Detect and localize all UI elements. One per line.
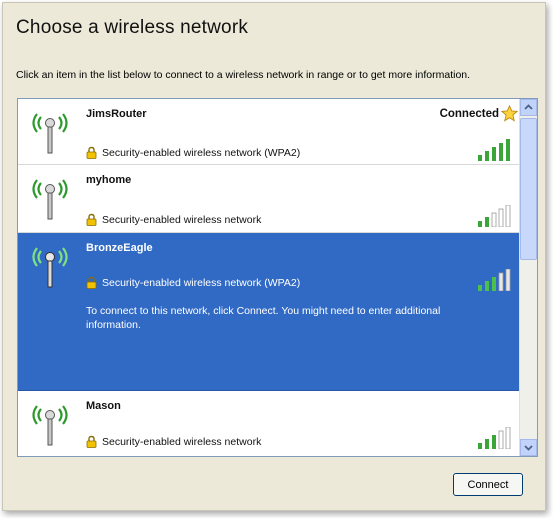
wireless-antenna-icon	[32, 247, 68, 288]
scroll-down-button[interactable]	[520, 439, 537, 456]
chevron-up-icon	[524, 104, 533, 110]
lock-icon	[86, 276, 97, 289]
chevron-down-icon	[524, 445, 533, 451]
network-item-jimsrouter[interactable]: JimsRouter Connected Security-enabled wi…	[18, 99, 521, 165]
dialog-title: Choose a wireless network	[16, 17, 249, 38]
network-name: Mason	[86, 400, 121, 412]
network-description: To connect to this network, click Connec…	[86, 305, 441, 331]
scroll-thumb[interactable]	[520, 118, 537, 260]
security-label: Security-enabled wireless network	[102, 213, 262, 226]
signal-strength-icon	[478, 139, 510, 161]
security-info: Security-enabled wireless network	[86, 213, 261, 226]
star-icon	[501, 105, 518, 122]
lock-icon	[86, 213, 97, 226]
connected-status: Connected	[439, 108, 499, 120]
signal-strength-icon	[478, 427, 511, 449]
network-name: myhome	[86, 174, 132, 186]
security-label: Security-enabled wireless network (WPA2)	[102, 276, 301, 289]
wireless-network-dialog: Choose a wireless network Click an item …	[2, 2, 546, 511]
lock-icon	[86, 146, 97, 159]
scroll-up-button[interactable]	[520, 99, 537, 116]
network-name: JimsRouter	[86, 108, 147, 120]
instructions-text: Click an item in the list below to conne…	[16, 69, 471, 81]
connect-button[interactable]: Connect	[453, 473, 523, 496]
network-item-mason[interactable]: Mason Security-enabled wireless network	[18, 391, 521, 456]
wireless-antenna-icon	[32, 113, 68, 154]
security-info: Security-enabled wireless network (WPA2)	[86, 146, 300, 159]
network-item-bronzeeagle[interactable]: BronzeEagle Security-enabled wireless ne…	[18, 233, 521, 391]
signal-strength-icon	[478, 269, 511, 291]
wireless-antenna-icon	[32, 405, 68, 446]
network-item-myhome[interactable]: myhome Security-enabled wireless network	[18, 165, 521, 233]
wireless-antenna-icon	[32, 179, 68, 220]
list-scrollbar[interactable]	[519, 99, 537, 456]
security-label: Security-enabled wireless network (WPA2)	[102, 146, 301, 159]
signal-strength-icon	[478, 205, 511, 227]
lock-icon	[86, 435, 97, 448]
network-name: BronzeEagle	[86, 242, 153, 254]
security-label: Security-enabled wireless network	[102, 435, 262, 448]
network-list[interactable]: JimsRouter Connected Security-enabled wi…	[17, 98, 538, 457]
security-info: Security-enabled wireless network (WPA2)	[86, 276, 300, 289]
security-info: Security-enabled wireless network	[86, 435, 261, 448]
